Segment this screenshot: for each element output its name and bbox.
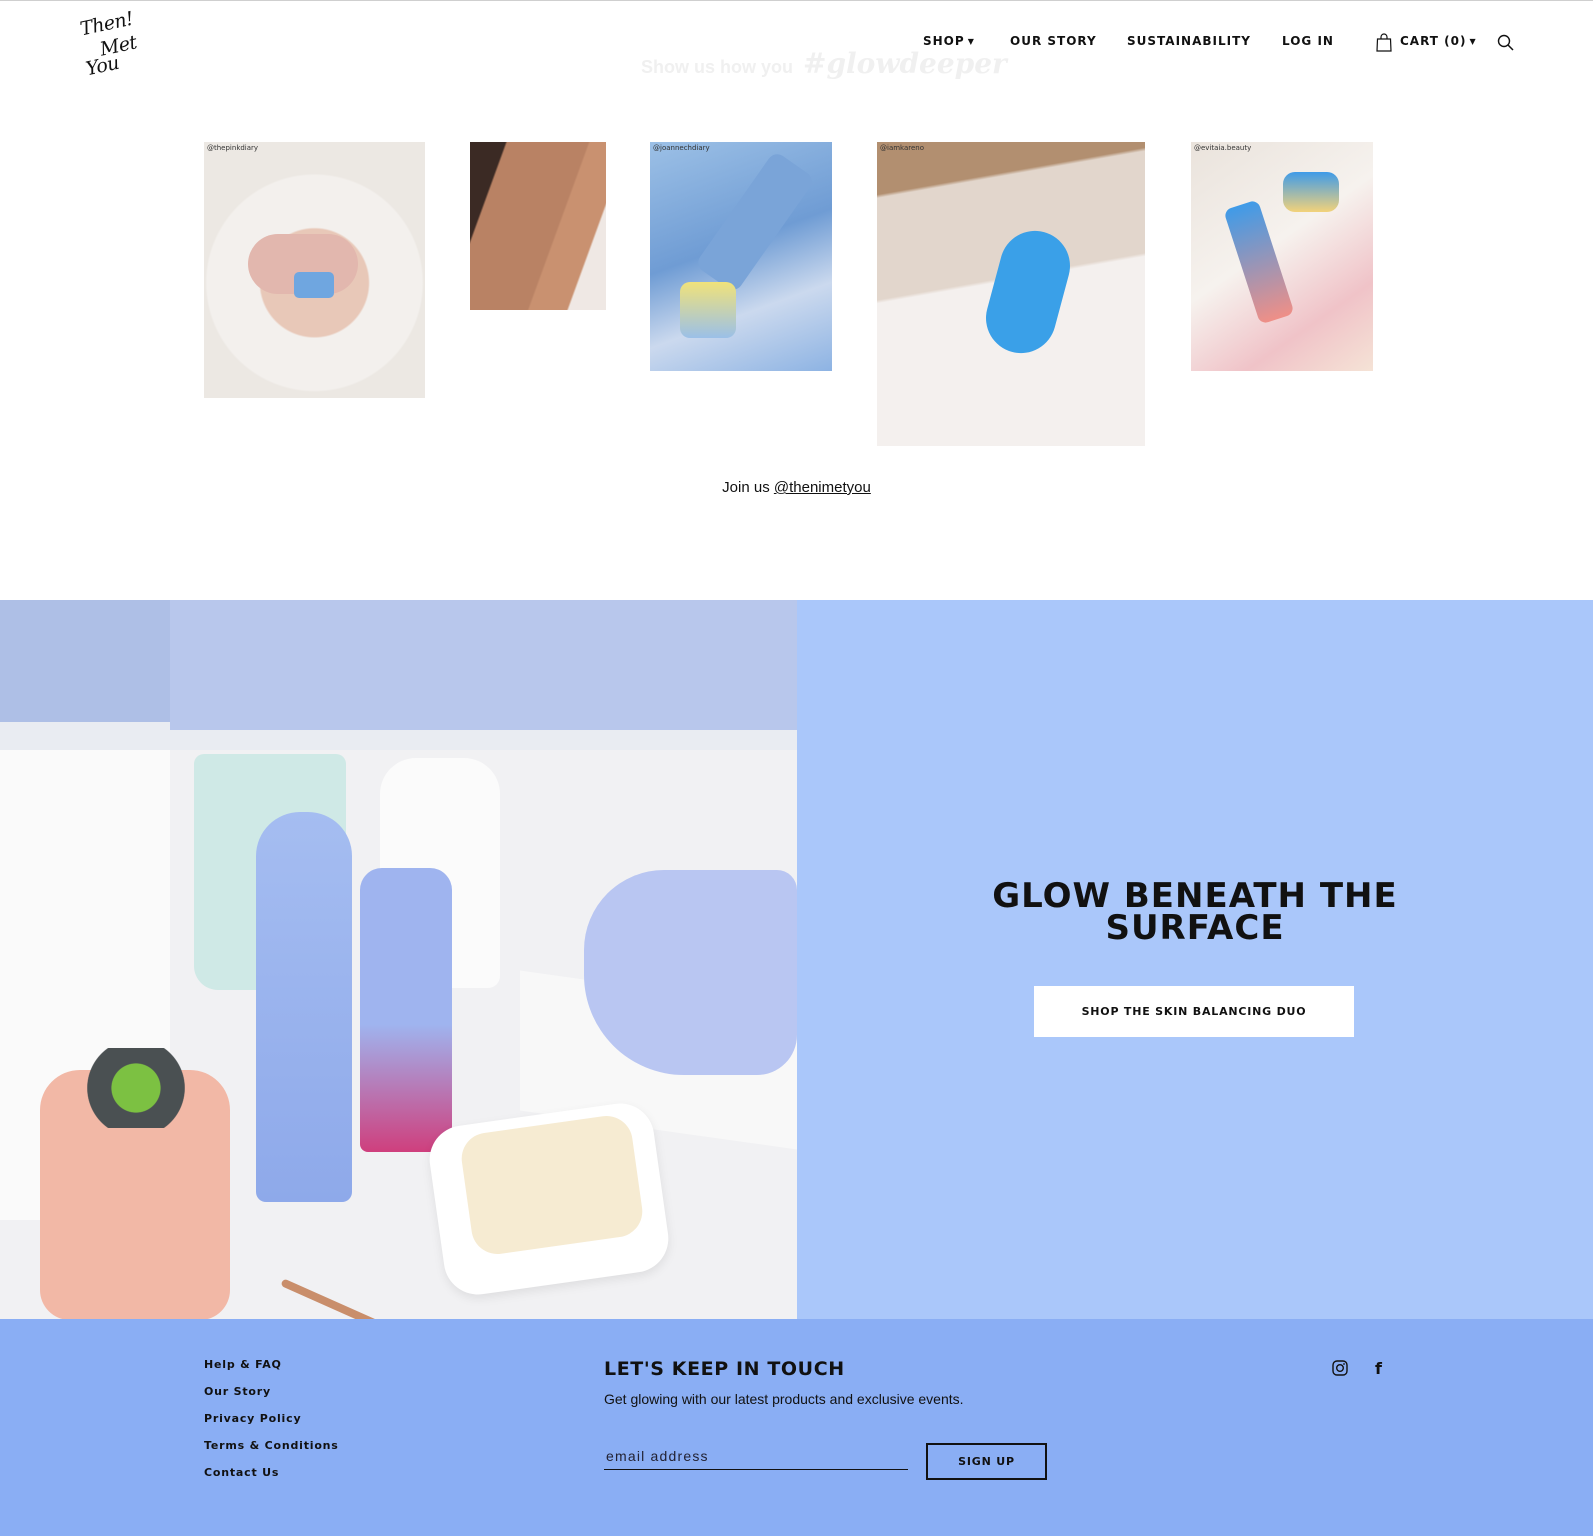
nav-cart[interactable]: CART (0) ▼ xyxy=(1400,34,1477,48)
join-us-text: Join us @thenimetyou xyxy=(0,479,1593,496)
footer-link-contact-us[interactable]: Contact Us xyxy=(204,1466,279,1479)
nav-our-story[interactable]: OUR STORY xyxy=(1010,34,1097,48)
site-header: Then! Met You Show us how you #glowdeeper… xyxy=(0,1,1593,87)
instagram-post-2[interactable] xyxy=(470,142,606,310)
photo-jar xyxy=(680,282,736,338)
photo-jar xyxy=(1283,172,1339,212)
photo-plant xyxy=(66,1048,206,1128)
footer-link-privacy-policy[interactable]: Privacy Policy xyxy=(204,1412,301,1425)
photo-jar xyxy=(294,272,334,298)
logo-line-3: You xyxy=(83,51,121,81)
newsletter-title: LET'S KEEP IN TOUCH xyxy=(604,1358,845,1380)
instagram-post-3[interactable]: @joannechdiary xyxy=(650,142,832,371)
hero-title-line-2: SURFACE xyxy=(1105,908,1285,948)
nav-sustainability[interactable]: SUSTAINABILITY xyxy=(1127,34,1251,48)
brand-logo[interactable]: Then! Met You xyxy=(78,7,148,83)
facebook-icon[interactable]: f xyxy=(1375,1359,1382,1378)
photo-counter xyxy=(0,750,797,1319)
shopping-bag-icon[interactable] xyxy=(1376,33,1392,52)
ghost-heading: Show us how you #glowdeeper xyxy=(641,47,1007,80)
photo-toner-bottle xyxy=(256,812,352,1202)
site-footer: Help & FAQ Our Story Privacy Policy Term… xyxy=(0,1319,1593,1536)
nav-cart-label: CART (0) xyxy=(1400,34,1467,48)
post-handle: @joannechdiary xyxy=(653,144,710,152)
photo-bottle xyxy=(1223,199,1295,325)
photo-essence-bottle xyxy=(360,868,452,1152)
instagram-handle-link[interactable]: @thenimetyou xyxy=(774,479,871,496)
shop-duo-button[interactable]: SHOP THE SKIN BALANCING DUO xyxy=(1034,986,1354,1037)
instagram-post-4[interactable]: @iamkareno xyxy=(877,142,1145,446)
nav-log-in[interactable]: LOG IN xyxy=(1282,34,1334,48)
footer-link-help-faq[interactable]: Help & FAQ xyxy=(204,1358,282,1371)
nav-shop-label: SHOP xyxy=(923,34,965,48)
photo-soap xyxy=(458,1112,646,1258)
footer-link-our-story[interactable]: Our Story xyxy=(204,1385,271,1398)
email-field[interactable] xyxy=(604,1443,908,1470)
chevron-down-icon: ▼ xyxy=(1469,37,1477,46)
search-icon[interactable] xyxy=(1497,34,1514,51)
ghost-hashtag: #glowdeeper xyxy=(803,47,1007,80)
footer-link-terms[interactable]: Terms & Conditions xyxy=(204,1439,339,1452)
ghost-heading-prefix: Show us how you xyxy=(641,57,793,77)
instagram-post-5[interactable]: @evitaia.beauty xyxy=(1191,142,1373,371)
nav-shop[interactable]: SHOP ▼ xyxy=(923,34,975,48)
photo-tiles xyxy=(170,600,797,730)
post-handle: @evitaia.beauty xyxy=(1194,144,1252,152)
chevron-down-icon: ▼ xyxy=(967,37,975,46)
instagram-post-1[interactable]: @thepinkdiary xyxy=(204,142,425,398)
photo-tube xyxy=(694,150,816,294)
post-handle: @iamkareno xyxy=(880,144,925,152)
hero-title: GLOW BENEATH THE SURFACE xyxy=(797,879,1593,948)
join-prefix: Join us xyxy=(722,479,770,496)
hero-panel: GLOW BENEATH THE SURFACE SHOP THE SKIN B… xyxy=(797,600,1593,1319)
hero-product-photo xyxy=(0,600,797,1319)
photo-bottle xyxy=(978,223,1078,361)
sign-up-button[interactable]: SIGN UP xyxy=(926,1443,1047,1480)
post-handle: @thepinkdiary xyxy=(207,144,259,152)
photo-towel xyxy=(584,870,797,1075)
instagram-icon[interactable] xyxy=(1332,1360,1348,1376)
newsletter-subtitle: Get glowing with our latest products and… xyxy=(604,1391,964,1407)
